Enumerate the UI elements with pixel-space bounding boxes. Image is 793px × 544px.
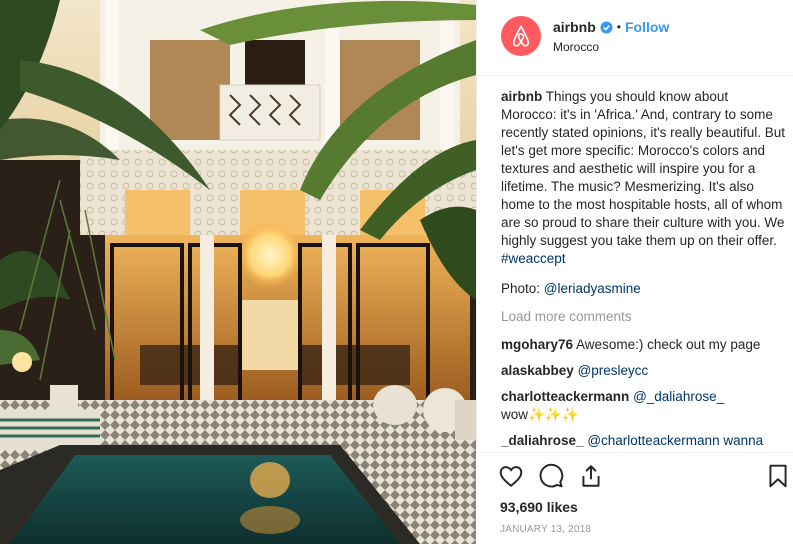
post-actions: 93,690 likes JANUARY 13, 2018 xyxy=(476,452,793,544)
follow-button[interactable]: Follow xyxy=(625,18,669,36)
caption-username[interactable]: airbnb xyxy=(501,89,542,104)
account-info: airbnb • Follow Morocco xyxy=(553,18,669,56)
comment-mention[interactable]: @charlotteackermann wanna xyxy=(587,433,763,448)
verified-badge-icon xyxy=(600,20,613,34)
comment-username[interactable]: alaskabbey xyxy=(501,363,574,378)
location-link[interactable]: Morocco xyxy=(553,38,669,56)
post-photo[interactable] xyxy=(0,0,476,544)
heart-icon[interactable] xyxy=(498,463,524,489)
caption-text: Things you should know about Morocco: it… xyxy=(501,89,785,248)
post-date[interactable]: JANUARY 13, 2018 xyxy=(500,524,591,535)
post-header: airbnb • Follow Morocco xyxy=(477,0,793,76)
likes-count[interactable]: 93,690 likes xyxy=(500,499,578,515)
share-icon[interactable] xyxy=(578,463,604,489)
comment-mention[interactable]: @presleycc xyxy=(578,363,649,378)
separator-dot: • xyxy=(616,20,621,34)
comment-mention[interactable]: @_daliahrose_ xyxy=(633,389,724,404)
comments-list[interactable]: airbnb Things you should know about Moro… xyxy=(501,88,787,452)
comment-item: mgohary76 Awesome:) check out my page xyxy=(501,336,787,354)
comment-item: alaskabbey @presleycc xyxy=(501,362,787,380)
comment-item: charlotteackermann @_daliahrose_ wow✨✨✨ xyxy=(501,388,787,424)
avatar[interactable] xyxy=(501,16,541,56)
comment-text: Awesome:) check out my page xyxy=(576,337,761,352)
post-username[interactable]: airbnb xyxy=(553,18,596,36)
photo-credit-mention[interactable]: @leriadyasmine xyxy=(544,281,641,296)
riad-courtyard-image xyxy=(0,0,476,544)
comment-text: wow✨✨✨ xyxy=(501,407,579,422)
airbnb-logo-icon xyxy=(512,25,530,47)
load-more-comments-button[interactable]: Load more comments xyxy=(501,308,787,326)
comment-username[interactable]: mgohary76 xyxy=(501,337,573,352)
comment-icon[interactable] xyxy=(538,463,564,489)
instagram-post: airbnb • Follow Morocco airbnb Things yo… xyxy=(0,0,793,544)
photo-credit-label: Photo: xyxy=(501,281,541,296)
comment-item: _daliahrose_ @charlotteackermann wanna xyxy=(501,432,787,450)
hashtag-link[interactable]: #weaccept xyxy=(501,251,566,266)
post-caption: airbnb Things you should know about Moro… xyxy=(501,88,787,268)
comment-username[interactable]: charlotteackermann xyxy=(501,389,629,404)
comment-username[interactable]: _daliahrose_ xyxy=(501,433,584,448)
photo-credit: Photo: @leriadyasmine xyxy=(501,280,787,298)
bookmark-icon[interactable] xyxy=(765,463,791,489)
